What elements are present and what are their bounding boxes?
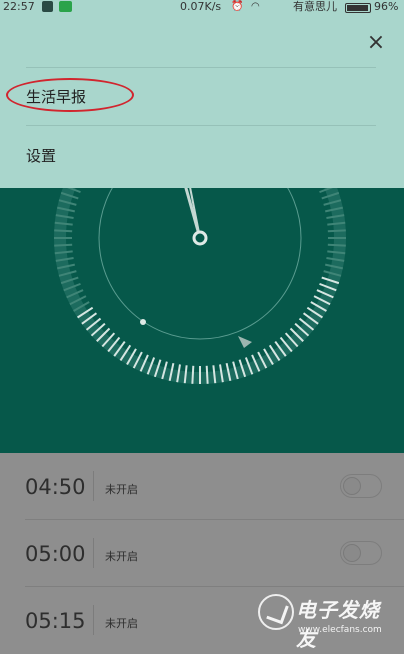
- menu-item-settings[interactable]: 设置: [26, 145, 56, 166]
- dial-tick: [327, 243, 346, 247]
- status-bar: 22:57 0.07K/s ⏰ ◠ 有意思儿 96%: [0, 0, 404, 14]
- alarm-divider: [93, 538, 94, 568]
- menu-item-daily-report[interactable]: 生活早报: [26, 86, 86, 107]
- wifi-icon: ◠: [251, 1, 260, 12]
- close-icon[interactable]: ×: [363, 30, 389, 56]
- alarm-time: 05:00: [25, 542, 86, 566]
- watermark: 电子发烧友 www.elecfans.com: [258, 592, 398, 651]
- dropdown-menu: × 生活早报 设置: [0, 14, 404, 188]
- battery-icon: [345, 3, 371, 13]
- hand-pivot: [192, 230, 208, 246]
- network-speed: 0.07K/s: [180, 0, 222, 13]
- toggle-knob: [343, 544, 361, 562]
- status-label: 有意思儿: [293, 0, 337, 13]
- alarm-row[interactable]: 04:50 未开启: [0, 453, 404, 520]
- dial-tick: [205, 365, 209, 384]
- menu-divider: [26, 125, 376, 126]
- battery-percent: 96%: [374, 0, 399, 13]
- alarm-status: 未开启: [105, 550, 138, 563]
- progress-marker: [238, 336, 252, 348]
- alarm-divider: [93, 605, 94, 635]
- battery-fill: [347, 5, 369, 11]
- elecfans-logo-icon: [258, 594, 294, 630]
- alarm-status: 未开启: [105, 617, 138, 630]
- wechat-icon: [59, 1, 72, 12]
- status-time: 22:57: [3, 0, 35, 13]
- alarm-clock-icon: ⏰: [231, 1, 244, 12]
- watermark-url: www.elecfans.com: [298, 625, 382, 635]
- notification-icon: [42, 1, 53, 12]
- alarm-toggle[interactable]: [340, 474, 382, 498]
- second-dot: [140, 319, 146, 325]
- alarm-divider: [93, 471, 94, 501]
- dial-tick: [327, 229, 346, 233]
- alarm-status: 未开启: [105, 483, 138, 496]
- toggle-knob: [343, 477, 361, 495]
- dial-tick: [54, 229, 73, 233]
- alarm-row[interactable]: 05:00 未开启: [0, 520, 404, 587]
- alarm-time: 04:50: [25, 475, 86, 499]
- menu-divider: [26, 67, 376, 68]
- dial-tick: [191, 365, 195, 384]
- alarm-time: 05:15: [25, 609, 86, 633]
- dial-tick: [54, 243, 73, 247]
- alarm-toggle[interactable]: [340, 541, 382, 565]
- watermark-text: 电子发烧友: [296, 598, 380, 651]
